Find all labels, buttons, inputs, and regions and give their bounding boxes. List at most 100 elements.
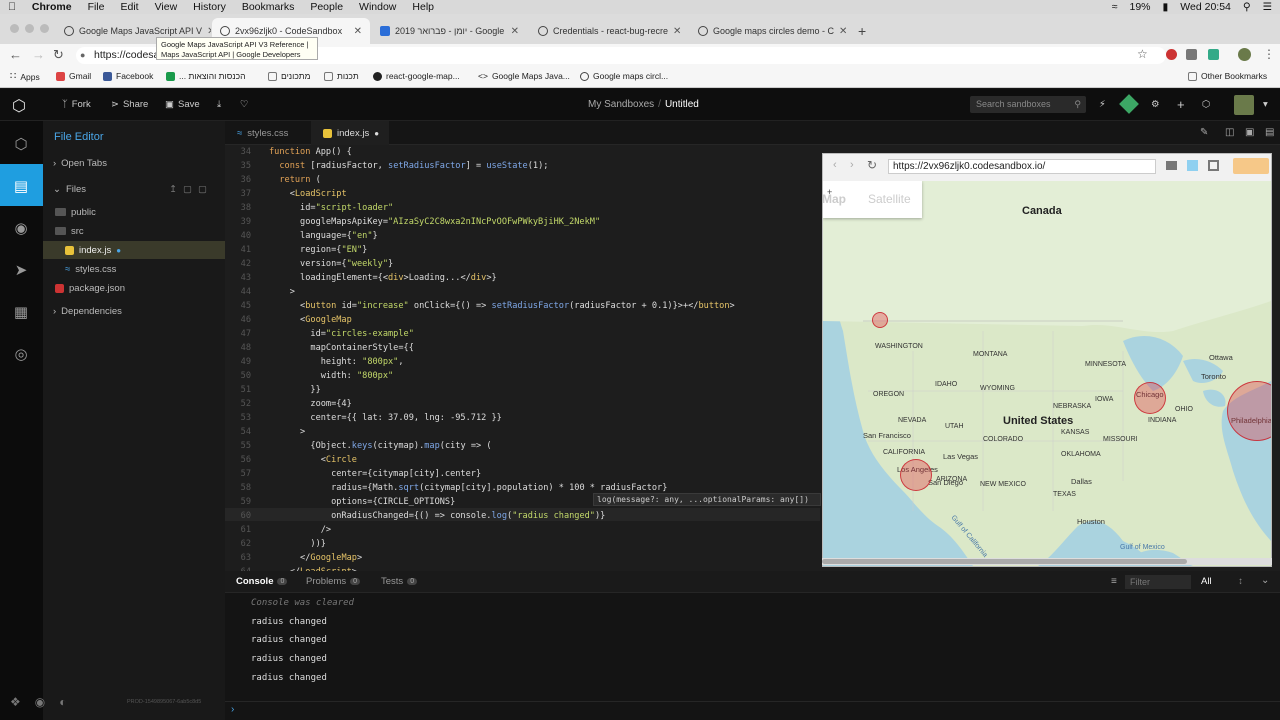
fork-button[interactable]: ᛉ Fork	[62, 99, 91, 110]
package-icon[interactable]: ▦	[12, 303, 30, 321]
menu-list-icon[interactable]: ☰	[1263, 1, 1272, 13]
profile-avatar[interactable]	[1238, 48, 1251, 61]
rocket-icon[interactable]: ➤	[12, 261, 30, 279]
apple-icon[interactable]: 	[0, 1, 24, 13]
tab-console[interactable]: Console 0	[236, 576, 288, 587]
code-line[interactable]: zoom={4}	[269, 399, 351, 409]
split-view-icon[interactable]: ◫	[1225, 127, 1234, 138]
code-line[interactable]: </GoogleMap>	[269, 553, 362, 563]
close-tab-icon[interactable]: ✕	[673, 26, 681, 37]
bookmark-github[interactable]: react-google-map...	[373, 71, 460, 81]
menu-history[interactable]: History	[185, 1, 234, 13]
sandbox-info-icon[interactable]: ⬡	[12, 135, 30, 153]
extension-icon[interactable]	[1166, 49, 1177, 60]
responsive-icon[interactable]	[1187, 160, 1198, 171]
editor-tab-index[interactable]: index.js ●	[311, 121, 389, 145]
code-line[interactable]: <LoadScript	[269, 189, 347, 199]
console-input-prompt[interactable]: ›	[231, 704, 234, 715]
browser-tab[interactable]: 2019 יומן - פברואר - Google ✕	[372, 18, 527, 44]
code-line[interactable]: options={CIRCLE_OPTIONS}	[269, 497, 455, 507]
spectrum-icon[interactable]: ◐	[59, 695, 66, 709]
breadcrumb-my-sandboxes[interactable]: My Sandboxes	[588, 99, 654, 110]
preview-back-icon[interactable]: ‹	[833, 159, 837, 171]
wifi-icon[interactable]: ≈	[1112, 1, 1118, 13]
editor-tab-styles[interactable]: ≈ styles.css	[225, 121, 311, 145]
format-icon[interactable]: ✎	[1200, 127, 1208, 138]
back-icon[interactable]: ←	[9, 47, 22, 62]
menu-people[interactable]: People	[302, 1, 351, 13]
console-filter-input[interactable]: Filter	[1125, 575, 1191, 589]
map-type-satellite-button[interactable]: Satellite	[857, 181, 922, 218]
browser-tab[interactable]: Credentials - react-bug-recre ✕	[530, 18, 685, 44]
file-index-js[interactable]: index.js ●	[43, 241, 225, 259]
chevron-down-icon[interactable]: ⌄	[1261, 575, 1269, 586]
codesandbox-logo-icon[interactable]: ⬡	[12, 96, 26, 116]
twitter-icon[interactable]: ❖	[10, 695, 21, 709]
code-line[interactable]: version={"weekly"}	[269, 259, 393, 269]
menu-bookmarks[interactable]: Bookmarks	[234, 1, 303, 13]
code-line[interactable]: mapContainerStyle={{	[269, 343, 413, 353]
deploy-icon[interactable]	[1119, 94, 1139, 114]
menu-window[interactable]: Window	[351, 1, 404, 13]
file-actions-icon[interactable]: ↥▢▢	[169, 184, 213, 195]
bookmark-folder[interactable]: תכנות	[324, 71, 359, 81]
city-circle-los-angeles[interactable]	[900, 459, 932, 491]
cube-icon[interactable]: ⬡	[1202, 99, 1210, 110]
browser-tab[interactable]: Google maps circles demo - C ✕	[690, 18, 848, 44]
editor-only-icon[interactable]: ▤	[1265, 127, 1274, 138]
bookmark-sheets[interactable]: ... הכנסות והוצאות	[166, 71, 245, 81]
bookmark-apps[interactable]: ∷ Apps	[10, 71, 40, 82]
menu-edit[interactable]: Edit	[112, 1, 146, 13]
close-tab-icon[interactable]: ✕	[207, 26, 211, 37]
search-icon[interactable]: ⚲	[1243, 1, 1251, 13]
bookmark-other[interactable]: Other Bookmarks	[1188, 71, 1267, 81]
code-line[interactable]: region={"EN"}	[269, 245, 367, 255]
code-line[interactable]: />	[269, 525, 331, 535]
sandbox-title[interactable]: Untitled	[665, 99, 699, 110]
menu-view[interactable]: View	[147, 1, 186, 13]
clear-console-icon[interactable]: ≡	[1111, 576, 1117, 587]
code-line[interactable]: radius={Math.sqrt(citymap[city].populati…	[269, 483, 667, 493]
code-editor[interactable]: 34 function App() {35 const [radiusFactor…	[225, 145, 820, 571]
code-line[interactable]: return (	[269, 175, 320, 185]
minimize-window-button[interactable]	[25, 24, 34, 33]
code-line[interactable]: const [radiusFactor, setRadiusFactor] = …	[269, 161, 548, 171]
file-icon[interactable]: ▤	[12, 177, 30, 195]
new-tab-button[interactable]: +	[858, 23, 866, 39]
folder-public[interactable]: public	[43, 203, 225, 221]
bookmark-google-maps-java[interactable]: <> Google Maps Java...	[478, 71, 570, 81]
close-window-button[interactable]	[10, 24, 19, 33]
code-line[interactable]: >	[269, 427, 305, 437]
chevron-down-icon[interactable]: ▾	[1263, 99, 1268, 110]
close-tab-icon[interactable]: ✕	[511, 26, 519, 37]
reload-icon[interactable]: ↻	[53, 47, 64, 63]
code-line[interactable]: loadingElement={<div>Loading...</div>}	[269, 273, 497, 283]
preview-hscrollbar[interactable]	[822, 558, 1272, 565]
tab-tests[interactable]: Tests 0	[381, 576, 418, 587]
github-icon[interactable]: ◉	[35, 695, 45, 709]
code-line[interactable]: googleMapsApiKey="AIzaSyC2C8wxa2nINcPvOO…	[269, 217, 600, 227]
tab-problems[interactable]: Problems 0	[306, 576, 361, 587]
download-icon[interactable]: ⤓	[217, 99, 221, 110]
zoom-plus-icon[interactable]: +	[827, 187, 832, 197]
menu-file[interactable]: File	[80, 1, 113, 13]
open-tabs-section[interactable]: › Open Tabs	[43, 154, 225, 172]
code-line[interactable]: language={"en"}	[269, 231, 378, 241]
clock[interactable]: Wed 20:54	[1180, 1, 1231, 13]
like-heart-icon[interactable]: ♡	[240, 99, 249, 110]
search-sandboxes-input[interactable]: Search sandboxes ⚲	[970, 96, 1086, 113]
extension-icon[interactable]	[1208, 49, 1219, 60]
code-line[interactable]: onRadiusChanged={() => console.log("radi…	[269, 511, 605, 521]
city-circle-seattle[interactable]	[872, 312, 888, 328]
lock-icon[interactable]: ●	[80, 50, 85, 60]
open-new-window-icon[interactable]	[1208, 160, 1219, 171]
code-line[interactable]: <GoogleMap	[269, 315, 352, 325]
preview-forward-icon[interactable]: ›	[850, 159, 854, 171]
close-tab-icon[interactable]: ✕	[839, 26, 847, 37]
city-circle-chicago[interactable]	[1134, 382, 1166, 414]
star-icon[interactable]: ☆	[1137, 47, 1148, 61]
code-line[interactable]: id="circles-example"	[269, 329, 414, 339]
user-avatar[interactable]	[1234, 95, 1254, 115]
code-line[interactable]: center={{ lat: 37.09, lng: -95.712 }}	[269, 413, 501, 423]
code-line[interactable]: }}	[269, 385, 320, 395]
